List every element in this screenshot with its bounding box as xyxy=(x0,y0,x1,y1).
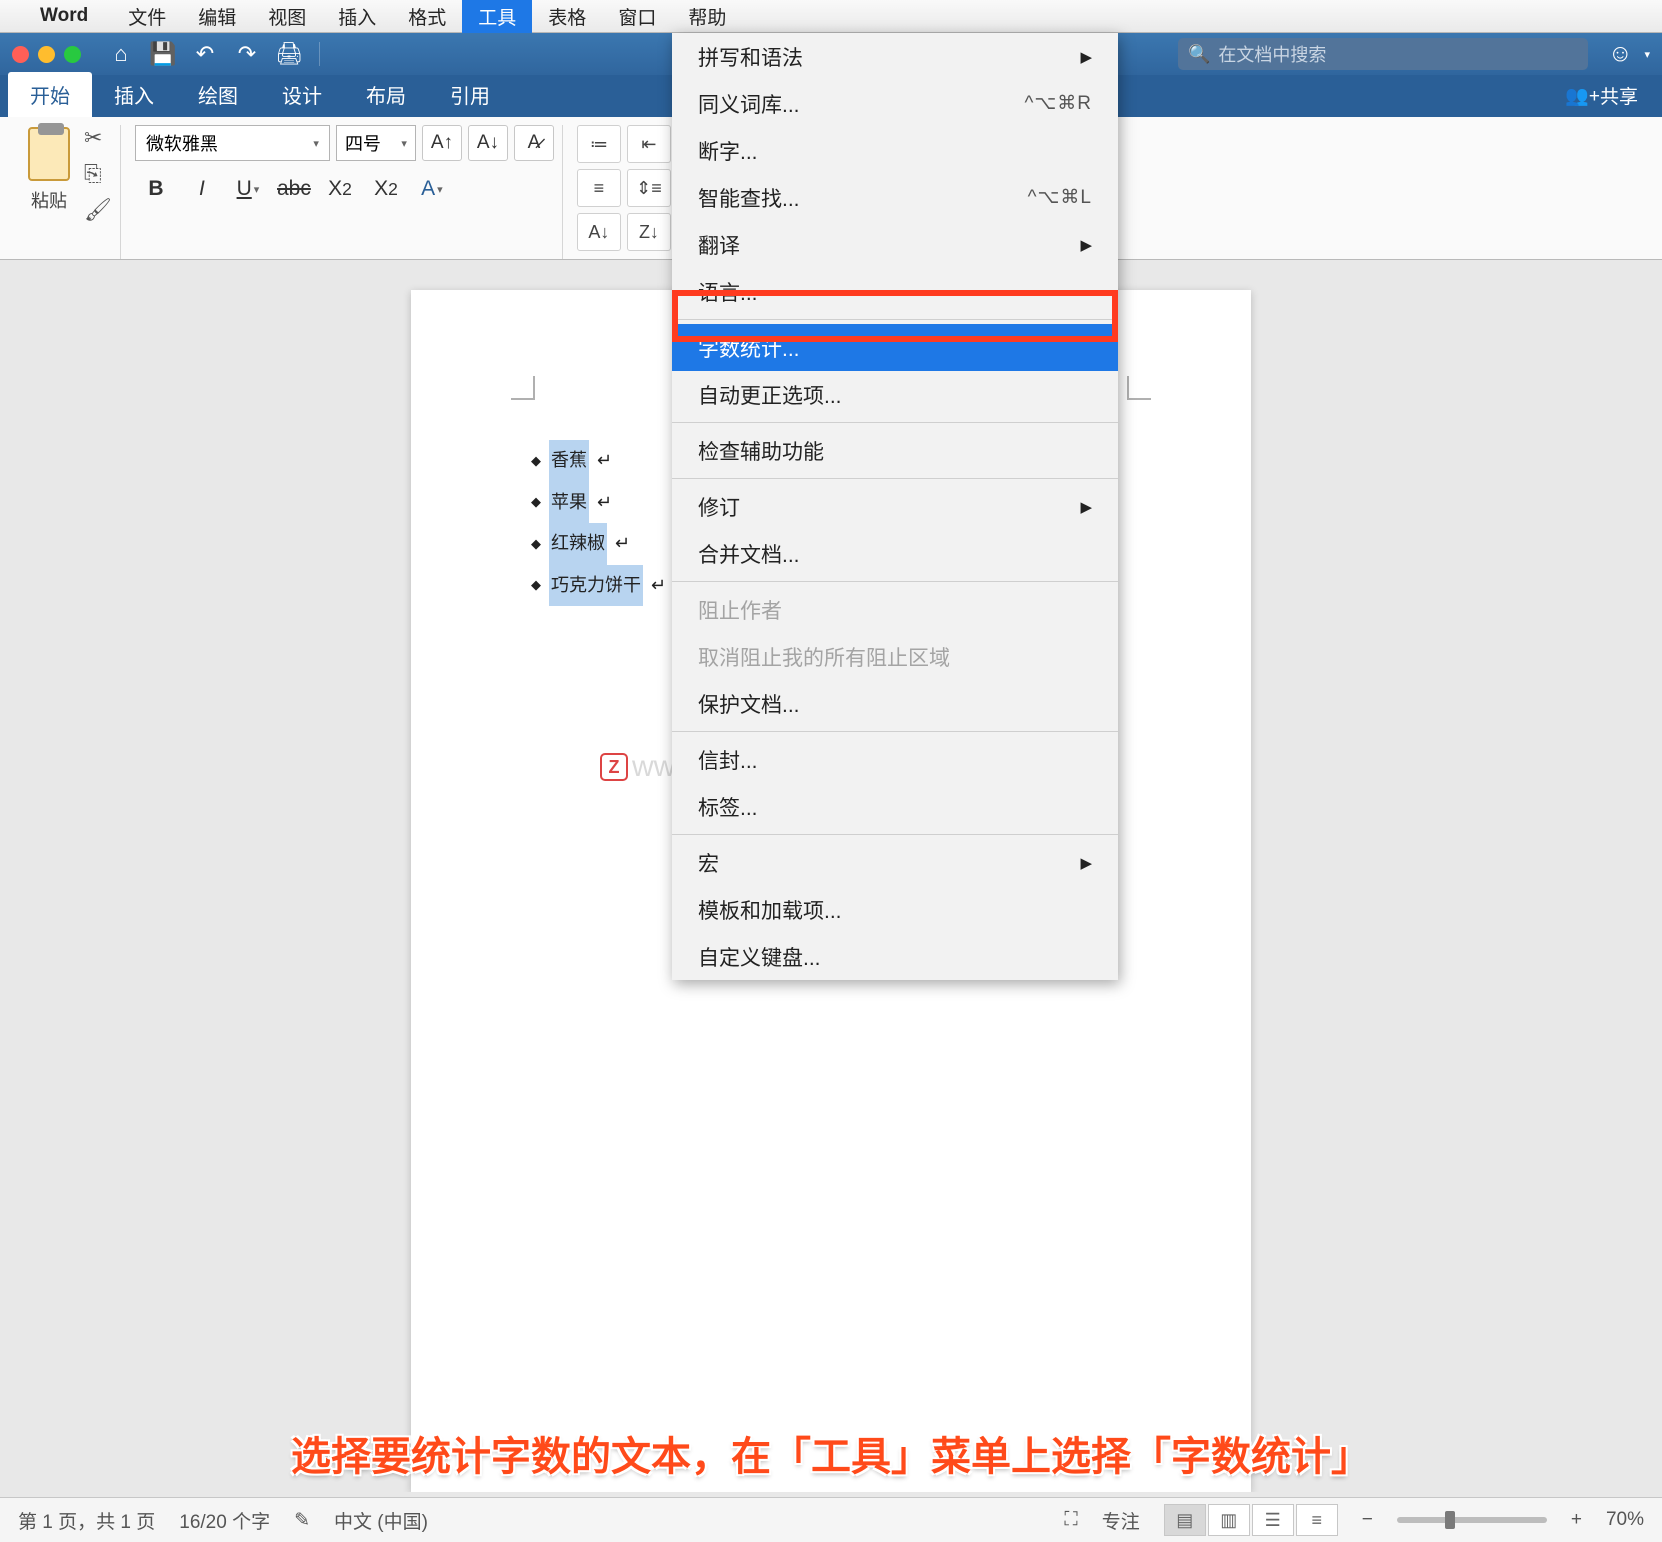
menu-help[interactable]: 帮助 xyxy=(672,0,742,33)
menu-item[interactable]: 保护文档... xyxy=(672,680,1118,727)
page-indicator[interactable]: 第 1 页，共 1 页 xyxy=(18,1507,155,1534)
menu-item[interactable]: 自定义键盘... xyxy=(672,933,1118,980)
menu-item[interactable]: 信封... xyxy=(672,736,1118,783)
menu-window[interactable]: 窗口 xyxy=(602,0,672,33)
menu-item[interactable]: 自动更正选项... xyxy=(672,371,1118,418)
menu-edit[interactable]: 编辑 xyxy=(182,0,252,33)
menu-item[interactable]: 模板和加载项... xyxy=(672,886,1118,933)
menu-insert[interactable]: 插入 xyxy=(322,0,392,33)
superscript-button[interactable]: X2 xyxy=(365,169,407,209)
spellcheck-icon[interactable]: ✎ xyxy=(294,1509,310,1532)
menu-item[interactable]: 字数统计... xyxy=(672,324,1118,371)
menu-file[interactable]: 文件 xyxy=(112,0,182,33)
watermark-badge-icon: Z xyxy=(600,753,628,781)
underline-button[interactable]: U▾ xyxy=(227,169,269,209)
account-icon[interactable]: ☺ xyxy=(1608,40,1633,68)
menu-item[interactable]: 翻译▶ xyxy=(672,221,1118,268)
menu-item[interactable]: 语言... xyxy=(672,268,1118,315)
copy-icon[interactable]: ⎘ xyxy=(84,161,112,187)
search-icon: 🔍 xyxy=(1188,44,1210,65)
subscript-button[interactable]: X2 xyxy=(319,169,361,209)
share-button[interactable]: 👥+ 共享 xyxy=(1565,82,1638,117)
zoom-percent[interactable]: 70% xyxy=(1606,1509,1644,1531)
tools-menu-dropdown: 拼写和语法▶同义词库...^⌥⌘R断字...智能查找...^⌥⌘L翻译▶语言..… xyxy=(672,33,1118,980)
redo-icon[interactable]: ↷ xyxy=(231,40,263,68)
draft-view-button[interactable]: ≡ xyxy=(1296,1504,1338,1536)
close-window-button[interactable] xyxy=(12,46,29,63)
align-left-button[interactable]: ≡ xyxy=(577,169,621,207)
crop-mark-icon xyxy=(511,376,535,400)
view-mode-buttons: ▤ ▥ ☰ ≡ xyxy=(1164,1504,1338,1536)
search-placeholder: 在文档中搜索 xyxy=(1218,41,1326,67)
window-controls xyxy=(12,46,81,63)
sort-za-button[interactable]: Z↓ xyxy=(627,213,671,251)
decrease-indent-button[interactable]: ⇤ xyxy=(627,125,671,163)
zoom-window-button[interactable] xyxy=(64,46,81,63)
menu-format[interactable]: 格式 xyxy=(392,0,462,33)
menu-table[interactable]: 表格 xyxy=(532,0,602,33)
clear-format-button[interactable]: A̷ xyxy=(514,125,554,161)
document-search[interactable]: 🔍 在文档中搜索 xyxy=(1178,38,1588,70)
zoom-out-button[interactable]: − xyxy=(1362,1509,1373,1531)
save-icon[interactable]: 💾 xyxy=(147,40,179,68)
menu-item[interactable]: 检查辅助功能 xyxy=(672,427,1118,474)
grow-font-button[interactable]: A↑ xyxy=(422,125,462,161)
menu-item[interactable]: 合并文档... xyxy=(672,530,1118,577)
tab-references[interactable]: 引用 xyxy=(428,72,512,117)
undo-icon[interactable]: ↶ xyxy=(189,40,221,68)
clipboard-icon xyxy=(28,127,70,181)
strikethrough-button[interactable]: abc xyxy=(273,169,315,209)
menu-item[interactable]: 标签... xyxy=(672,783,1118,830)
cut-icon[interactable]: ✂ xyxy=(84,125,112,151)
menu-item[interactable]: 宏▶ xyxy=(672,839,1118,886)
app-name[interactable]: Word xyxy=(40,5,88,27)
zoom-in-button[interactable]: + xyxy=(1571,1509,1582,1531)
print-icon[interactable]: 🖨 xyxy=(273,40,305,68)
menu-tools[interactable]: 工具 xyxy=(462,0,532,33)
print-layout-view-button[interactable]: ▤ xyxy=(1164,1504,1206,1536)
home-icon[interactable]: ⌂ xyxy=(105,40,137,68)
sort-az-button[interactable]: A↓ xyxy=(577,213,621,251)
statusbar: 第 1 页，共 1 页 16/20 个字 ✎ 中文 (中国) ⛶ 专注 ▤ ▥ … xyxy=(0,1497,1662,1542)
font-family-select[interactable]: 微软雅黑▾ xyxy=(135,125,330,161)
crop-mark-icon xyxy=(1127,376,1151,400)
focus-mode-icon[interactable]: ⛶ xyxy=(1064,1509,1077,1531)
word-count[interactable]: 16/20 个字 xyxy=(179,1507,270,1534)
shrink-font-button[interactable]: A↓ xyxy=(468,125,508,161)
italic-button[interactable]: I xyxy=(181,169,223,209)
tab-design[interactable]: 设计 xyxy=(260,72,344,117)
font-group: 微软雅黑▾ 四号▾ A↑ A↓ A̷ B I U▾ abc X2 X2 A▾ xyxy=(127,125,563,259)
bold-button[interactable]: B xyxy=(135,169,177,209)
format-painter-icon[interactable]: 🖌 xyxy=(84,197,112,223)
macos-menubar: Word 文件 编辑 视图 插入 格式 工具 表格 窗口 帮助 xyxy=(0,0,1662,33)
language-indicator[interactable]: 中文 (中国) xyxy=(334,1507,428,1534)
menu-item[interactable]: 同义词库...^⌥⌘R xyxy=(672,80,1118,127)
instruction-caption: 选择要统计字数的文本，在「工具」菜单上选择「字数统计」 xyxy=(0,1424,1662,1482)
menu-item[interactable]: 智能查找...^⌥⌘L xyxy=(672,174,1118,221)
menu-item: 取消阻止我的所有阻止区域 xyxy=(672,633,1118,680)
clipboard-group: 粘贴 ✂ ⎘ 🖌 xyxy=(12,125,121,259)
text-effects-button[interactable]: A▾ xyxy=(411,169,453,209)
outline-view-button[interactable]: ☰ xyxy=(1252,1504,1294,1536)
font-size-select[interactable]: 四号▾ xyxy=(336,125,416,161)
menu-item[interactable]: 修订▶ xyxy=(672,483,1118,530)
menu-item: 阻止作者 xyxy=(672,586,1118,633)
tab-insert[interactable]: 插入 xyxy=(92,72,176,117)
zoom-slider[interactable] xyxy=(1397,1517,1547,1523)
bullets-button[interactable]: ≔ xyxy=(577,125,621,163)
web-layout-view-button[interactable]: ▥ xyxy=(1208,1504,1250,1536)
tab-layout[interactable]: 布局 xyxy=(344,72,428,117)
minimize-window-button[interactable] xyxy=(38,46,55,63)
menu-view[interactable]: 视图 xyxy=(252,0,322,33)
paste-button[interactable]: 粘贴 xyxy=(20,125,78,223)
line-spacing-button[interactable]: ⇕≡ xyxy=(627,169,671,207)
menu-item[interactable]: 断字... xyxy=(672,127,1118,174)
focus-mode-label[interactable]: 专注 xyxy=(1102,1507,1140,1534)
menu-item[interactable]: 拼写和语法▶ xyxy=(672,33,1118,80)
tab-home[interactable]: 开始 xyxy=(8,72,92,117)
tab-draw[interactable]: 绘图 xyxy=(176,72,260,117)
